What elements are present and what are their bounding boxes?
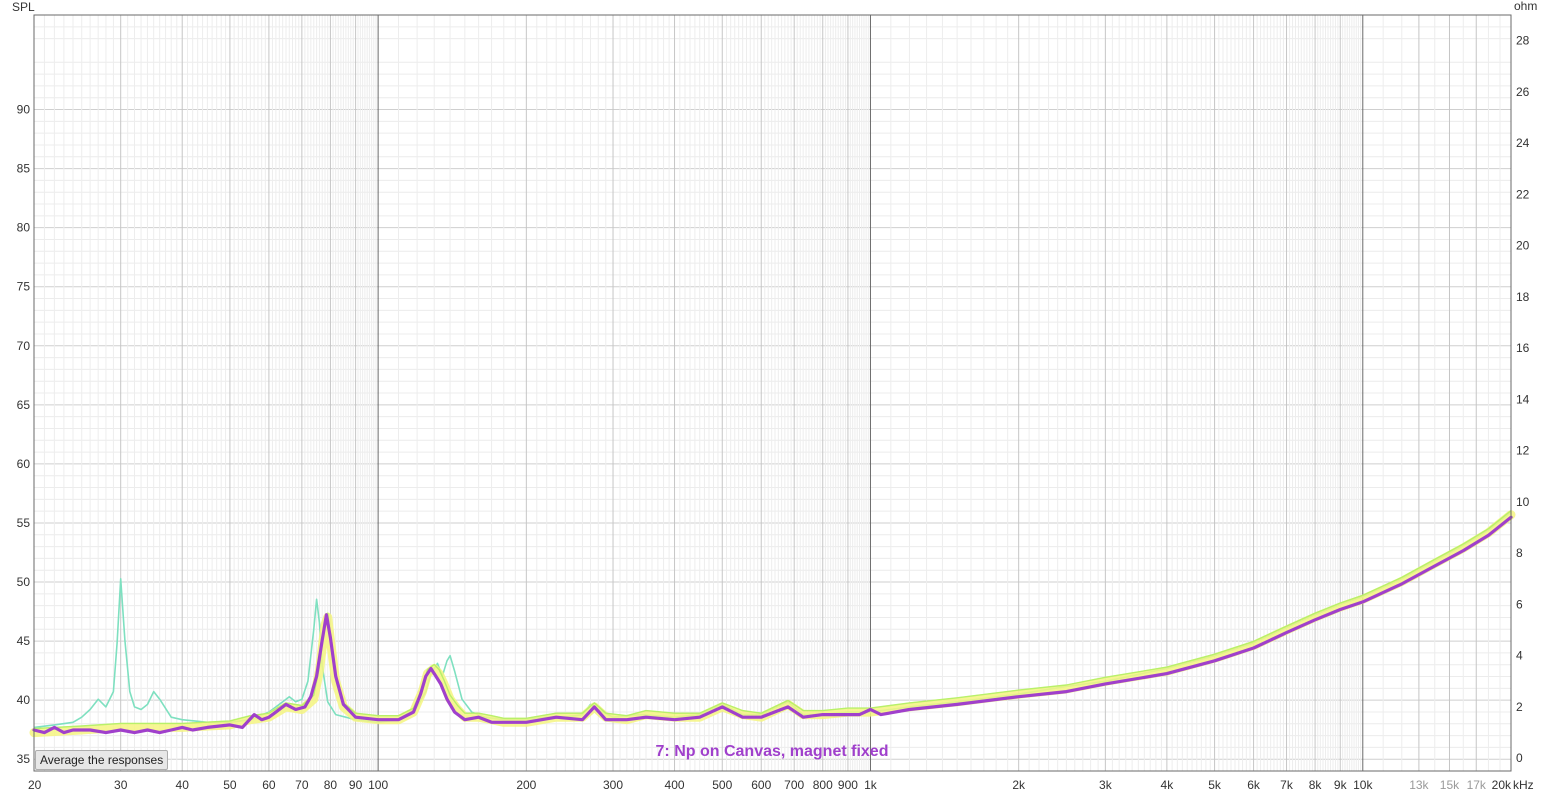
x-tick-label: 800 [813, 778, 833, 792]
y-right-tick-label: 10 [1516, 495, 1530, 509]
trace-label: 7: Np on Canvas, magnet fixed [656, 743, 889, 760]
x-tick-label: 50 [223, 778, 237, 792]
x-tick-label: 1k [864, 778, 878, 792]
x-tick-label: 8k [1309, 778, 1323, 792]
x-tick-label: 20 [28, 778, 42, 792]
y-left-tick-label: 85 [17, 162, 31, 176]
y-right-tick-label: 14 [1516, 392, 1530, 406]
right-axis-title: ohm [1514, 0, 1537, 13]
x-tick-label: 400 [665, 778, 685, 792]
x-tick-label: 90 [349, 778, 363, 792]
x-tick-label: 9k [1334, 778, 1348, 792]
x-tick-label: 900 [838, 778, 858, 792]
x-tick-label: 10k [1353, 778, 1373, 792]
y-right-tick-label: 2 [1516, 700, 1523, 714]
y-right-tick-label: 28 [1516, 34, 1530, 48]
y-left-tick-label: 70 [17, 339, 31, 353]
y-left-tick-label: 35 [17, 752, 31, 766]
y-right-tick-label: 4 [1516, 649, 1523, 663]
x-tick-label: 3k [1099, 778, 1113, 792]
x-tick-label: 30 [114, 778, 128, 792]
x-tick-label: 40 [176, 778, 190, 792]
y-right-tick-label: 8 [1516, 546, 1523, 560]
x-tick-label: 70 [295, 778, 309, 792]
x-tick-label: 700 [784, 778, 804, 792]
x-axis-unit: kHz [1513, 778, 1534, 792]
y-left-tick-label: 60 [17, 457, 31, 471]
y-left-tick-label: 65 [17, 398, 31, 412]
y-right-tick-label: 20 [1516, 239, 1530, 253]
x-tick-label: 100 [368, 778, 388, 792]
y-right-tick-label: 26 [1516, 85, 1530, 99]
x-tick-label: 500 [712, 778, 732, 792]
y-left-tick-label: 45 [17, 634, 31, 648]
y-left-tick-label: 40 [17, 693, 31, 707]
y-right-tick-label: 0 [1516, 751, 1523, 765]
y-right-tick-label: 12 [1516, 444, 1530, 458]
x-tick-label: 200 [516, 778, 536, 792]
x-tick-label: 6k [1247, 778, 1261, 792]
y-left-tick-label: 80 [17, 221, 31, 235]
x-tick-label: 80 [324, 778, 338, 792]
x-tick-label: 300 [603, 778, 623, 792]
x-tick-label: 2k [1012, 778, 1026, 792]
x-tick-label: 17k [1467, 778, 1487, 792]
frequency-response-chart: 3540455055606570758085900246810121416182… [12, 0, 1537, 792]
y-left-tick-label: 75 [17, 280, 31, 294]
x-tick-label: 5k [1208, 778, 1222, 792]
y-right-tick-label: 18 [1516, 290, 1530, 304]
x-tick-label: 600 [751, 778, 771, 792]
x-tick-label: 4k [1161, 778, 1175, 792]
x-tick-label: 60 [262, 778, 276, 792]
y-right-tick-label: 6 [1516, 597, 1523, 611]
y-right-tick-label: 16 [1516, 341, 1530, 355]
y-right-tick-label: 22 [1516, 187, 1530, 201]
left-axis-title: SPL [12, 0, 35, 14]
x-tick-label: 20k [1492, 778, 1512, 792]
x-tick-label: 13k [1409, 778, 1429, 792]
x-tick-label: 15k [1440, 778, 1460, 792]
y-right-tick-label: 24 [1516, 136, 1530, 150]
y-left-tick-label: 90 [17, 103, 31, 117]
average-responses-button[interactable]: Average the responses [35, 750, 169, 770]
x-tick-label: 7k [1280, 778, 1294, 792]
y-left-tick-label: 55 [17, 516, 31, 530]
y-left-tick-label: 50 [17, 575, 31, 589]
